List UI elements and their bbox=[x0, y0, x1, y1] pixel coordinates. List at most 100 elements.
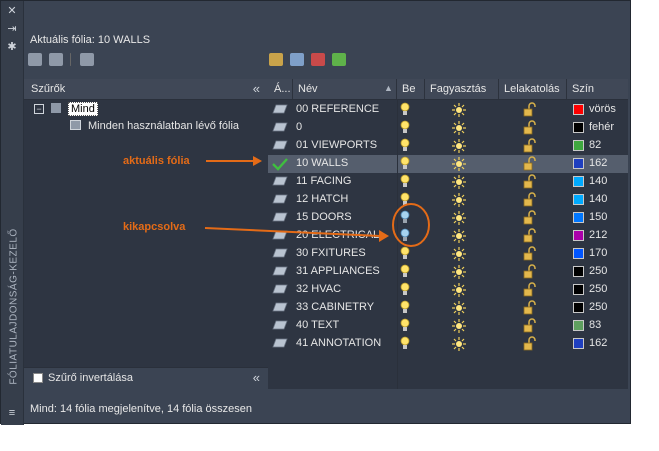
unlocked-padlock-icon[interactable] bbox=[523, 138, 537, 156]
layer-status-icon[interactable] bbox=[272, 284, 290, 296]
layer-row[interactable]: 0 fehér bbox=[268, 119, 628, 137]
current-layer-check-icon[interactable] bbox=[272, 158, 290, 171]
bulb-on-icon[interactable] bbox=[400, 156, 410, 174]
color-swatch[interactable] bbox=[573, 248, 584, 259]
filter-tree-item-all[interactable]: − Mind bbox=[24, 101, 268, 118]
layer-row[interactable]: 40 TEXT 83 bbox=[268, 317, 628, 335]
layer-status-icon[interactable] bbox=[272, 266, 290, 278]
bulb-on-icon[interactable] bbox=[400, 138, 410, 156]
col-header-lock[interactable]: Lelakatolás bbox=[504, 83, 560, 95]
invert-filter-checkbox[interactable] bbox=[33, 373, 43, 383]
layer-name[interactable]: 01 VIEWPORTS bbox=[296, 139, 377, 151]
color-swatch[interactable] bbox=[573, 158, 584, 169]
color-swatch[interactable] bbox=[573, 194, 584, 205]
color-swatch[interactable] bbox=[573, 212, 584, 223]
layer-name[interactable]: 0 bbox=[296, 121, 302, 133]
unlocked-padlock-icon[interactable] bbox=[523, 192, 537, 210]
bulb-on-icon[interactable] bbox=[400, 174, 410, 192]
layer-name[interactable]: 12 HATCH bbox=[296, 193, 348, 205]
layer-row[interactable]: 15 DOORS 150 bbox=[268, 209, 628, 227]
bulb-on-icon[interactable] bbox=[400, 264, 410, 282]
bulb-off-icon[interactable] bbox=[400, 228, 410, 246]
collapse-footer-icon[interactable]: « bbox=[253, 370, 260, 385]
layer-status-icon[interactable] bbox=[272, 194, 290, 206]
layer-name[interactable]: 15 DOORS bbox=[296, 211, 352, 223]
color-name[interactable]: 250 bbox=[589, 283, 607, 295]
col-header-color[interactable]: Szín bbox=[572, 83, 594, 95]
unlocked-padlock-icon[interactable] bbox=[523, 264, 537, 282]
color-swatch[interactable] bbox=[573, 140, 584, 151]
filter-tree-item-used[interactable]: Minden használatban lévő fólia bbox=[24, 118, 268, 135]
layer-status-icon[interactable] bbox=[272, 320, 290, 332]
color-name[interactable]: 140 bbox=[589, 193, 607, 205]
layer-status-icon[interactable] bbox=[272, 338, 290, 350]
new-group-filter-icon[interactable] bbox=[49, 53, 64, 66]
layer-row[interactable]: 01 VIEWPORTS 82 bbox=[268, 137, 628, 155]
color-name[interactable]: 212 bbox=[589, 229, 607, 241]
layer-row[interactable]: 33 CABINETRY 250 bbox=[268, 299, 628, 317]
color-name[interactable]: 83 bbox=[589, 319, 601, 331]
unlocked-padlock-icon[interactable] bbox=[523, 318, 537, 336]
layer-row[interactable]: 11 FACING 140 bbox=[268, 173, 628, 191]
unlocked-padlock-icon[interactable] bbox=[523, 156, 537, 174]
set-current-icon[interactable] bbox=[332, 53, 347, 66]
col-header-on[interactable]: Be bbox=[402, 83, 415, 95]
layer-row[interactable]: 20 ELECTRICAL 212 bbox=[268, 227, 628, 245]
unlocked-padlock-icon[interactable] bbox=[523, 228, 537, 246]
unlocked-padlock-icon[interactable] bbox=[523, 102, 537, 120]
layer-name[interactable]: 20 ELECTRICAL bbox=[296, 229, 379, 241]
layer-name[interactable]: 11 FACING bbox=[296, 175, 351, 187]
new-property-filter-icon[interactable] bbox=[28, 53, 42, 66]
layer-states-manager-icon[interactable] bbox=[80, 53, 95, 66]
layer-name[interactable]: 30 FXITURES bbox=[296, 247, 366, 259]
unlocked-padlock-icon[interactable] bbox=[523, 246, 537, 264]
layer-status-icon[interactable] bbox=[272, 104, 290, 116]
layer-name[interactable]: 33 CABINETRY bbox=[296, 301, 374, 313]
layer-status-icon[interactable] bbox=[272, 302, 290, 314]
new-layer-icon[interactable] bbox=[269, 53, 283, 66]
color-swatch[interactable] bbox=[573, 320, 584, 331]
collapse-panel-icon[interactable]: « bbox=[253, 81, 260, 96]
bulb-on-icon[interactable] bbox=[400, 192, 410, 210]
color-swatch[interactable] bbox=[573, 284, 584, 295]
col-header-name[interactable]: Név bbox=[298, 83, 318, 95]
layer-status-icon[interactable] bbox=[272, 122, 290, 134]
unlocked-padlock-icon[interactable] bbox=[523, 174, 537, 192]
color-name[interactable]: fehér bbox=[589, 121, 614, 133]
color-name[interactable]: 170 bbox=[589, 247, 607, 259]
layer-status-icon[interactable] bbox=[272, 176, 290, 188]
layer-status-icon[interactable] bbox=[272, 248, 290, 260]
color-name[interactable]: 250 bbox=[589, 301, 607, 313]
color-swatch[interactable] bbox=[573, 104, 584, 115]
color-swatch[interactable] bbox=[573, 266, 584, 277]
layer-row[interactable]: 41 ANNOTATION 162 bbox=[268, 335, 628, 353]
col-header-status[interactable]: Á... bbox=[274, 83, 291, 95]
column-divider[interactable] bbox=[424, 79, 425, 99]
color-swatch[interactable] bbox=[573, 302, 584, 313]
layer-row[interactable]: 10 WALLS 162 bbox=[268, 155, 628, 173]
column-divider[interactable] bbox=[566, 79, 567, 99]
unlocked-padlock-icon[interactable] bbox=[523, 300, 537, 318]
bulb-on-icon[interactable] bbox=[400, 120, 410, 138]
layer-name[interactable]: 00 REFERENCE bbox=[296, 103, 379, 115]
layer-name[interactable]: 41 ANNOTATION bbox=[296, 337, 381, 349]
bulb-on-icon[interactable] bbox=[400, 300, 410, 318]
close-icon[interactable]: ✕ bbox=[6, 5, 18, 17]
bulb-off-icon[interactable] bbox=[400, 210, 410, 228]
auto-hide-icon[interactable]: ⇥ bbox=[6, 23, 18, 35]
color-swatch[interactable] bbox=[573, 122, 584, 133]
color-name[interactable]: 150 bbox=[589, 211, 607, 223]
layer-row[interactable]: 00 REFERENCE vörös bbox=[268, 101, 628, 119]
bulb-on-icon[interactable] bbox=[400, 282, 410, 300]
bulb-on-icon[interactable] bbox=[400, 246, 410, 264]
color-name[interactable]: 82 bbox=[589, 139, 601, 151]
bulb-on-icon[interactable] bbox=[400, 318, 410, 336]
bulb-on-icon[interactable] bbox=[400, 336, 410, 354]
palette-grip-icon[interactable]: ≡ bbox=[6, 407, 18, 419]
collapse-tree-icon[interactable]: − bbox=[34, 104, 44, 114]
layer-name[interactable]: 31 APPLIANCES bbox=[296, 265, 380, 277]
unlocked-padlock-icon[interactable] bbox=[523, 210, 537, 228]
layer-status-icon[interactable] bbox=[272, 212, 290, 224]
column-divider[interactable] bbox=[396, 79, 397, 99]
color-swatch[interactable] bbox=[573, 176, 584, 187]
